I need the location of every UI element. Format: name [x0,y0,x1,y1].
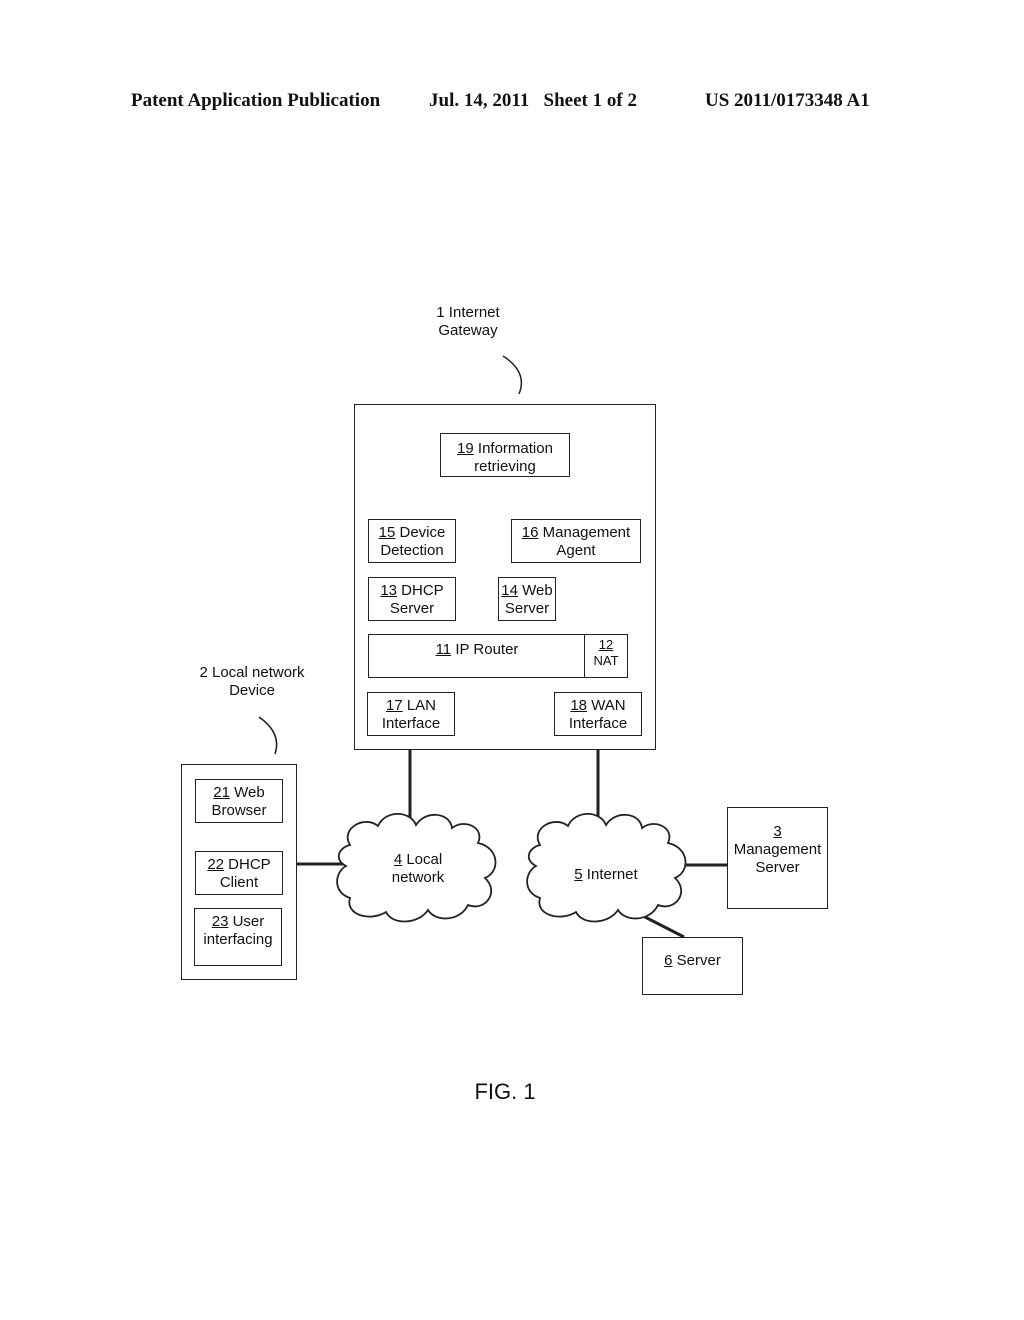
component-label: DHCP [397,582,444,599]
device-leader-arc [258,716,278,755]
component-label: Information [473,440,553,457]
component-number: 16 [521,524,539,541]
internet-to-server-link [644,915,685,939]
component-number: 11 [435,641,452,658]
component-label: DHCP [224,856,271,873]
web-server-box: 14 Web Server [498,577,556,621]
internet-gateway-label-line1: 1 Internet [436,304,500,321]
gateway-leader-arc [502,355,523,395]
component-number: 17 [385,697,403,714]
local-network-label: 4 Local network [368,851,468,887]
component-label: Management [733,841,822,858]
component-number: 22 [207,856,224,873]
component-label: Management [538,524,631,541]
component-label: retrieving [474,458,536,475]
user-interfacing-box: 23 User interfacing [194,908,282,966]
web-browser-box: 21 Web Browser [195,779,283,823]
component-label: Device [395,524,446,541]
component-number: 23 [211,913,229,930]
component-label: Detection [380,542,444,559]
component-number: 19 [457,440,474,457]
component-label: NAT [593,653,619,668]
dhcp-server-box: 13 DHCP Server [368,577,456,621]
local-network-device-label-line1: 2 Local network [199,664,305,681]
figure-label: FIG. 1 [474,1079,536,1104]
server-box: 6 Server [642,937,743,995]
component-label: interfacing [203,931,273,948]
component-number: 3 [773,823,782,840]
wan-interface-box: 18 WAN Interface [554,692,642,736]
local-network-device-label: 2 Local network Device [187,664,317,700]
component-number: 14 [501,582,518,599]
component-label: WAN [587,697,626,714]
component-number: 21 [213,784,230,801]
component-label: Server [389,600,435,617]
component-number: 13 [380,582,397,599]
component-label: IP Router [451,641,519,658]
component-label: Web [229,784,265,801]
management-agent-box: 16 Management Agent [511,519,641,563]
component-label: User [228,913,265,930]
component-label: Browser [211,802,267,819]
device-detection-box: 15 Device Detection [368,519,456,563]
component-label: Web [517,582,553,599]
internet-gateway-label: 1 Internet Gateway [418,304,518,340]
component-number: 5 [574,866,583,883]
local-network-device-label-line2: Device [229,682,275,699]
component-label: LAN [402,697,437,714]
component-label: Agent [556,542,596,559]
component-number: 12 [598,637,614,652]
component-label: Client [219,874,259,891]
component-number: 15 [378,524,396,541]
nat-box: 12 NAT [584,634,628,678]
information-retrieving-box: 19 Information retrieving [440,433,570,477]
component-label: Internet [582,866,638,883]
internet-label: 5 Internet [556,866,656,884]
component-label: network [391,869,445,886]
component-label: Server [755,859,800,876]
internet-gateway-label-line2: Gateway [438,322,498,339]
component-label: Local [402,851,443,868]
ip-router-box: 11 IP Router [368,634,586,678]
dhcp-client-box: 22 DHCP Client [195,851,283,895]
lan-interface-box: 17 LAN Interface [367,692,455,736]
component-label: Interface [381,715,441,732]
management-server-box: 3 Management Server [727,807,828,909]
component-number: 4 [393,851,403,868]
component-label: Server [504,600,550,617]
component-number: 18 [570,697,588,714]
component-label: Server [672,952,721,969]
component-label: Interface [568,715,628,732]
